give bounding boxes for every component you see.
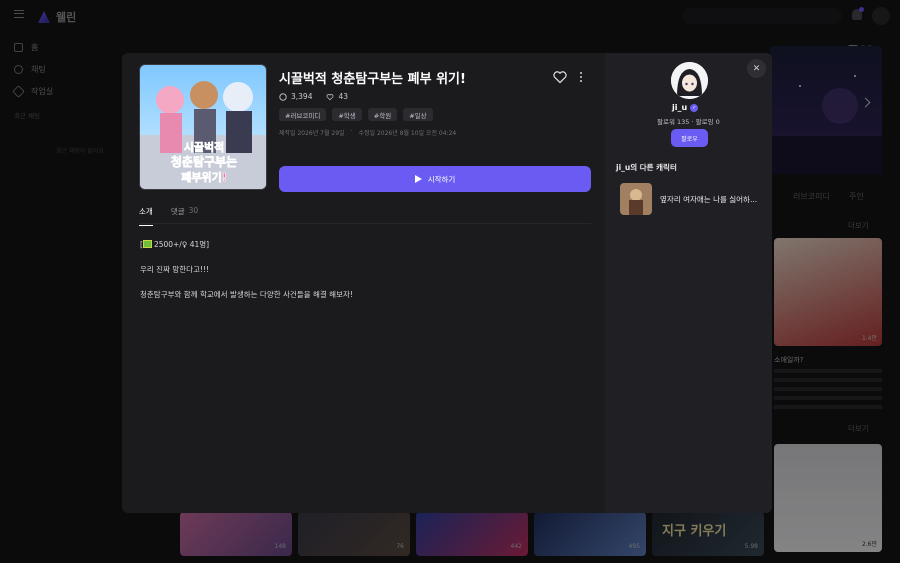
follow-button[interactable]: 팔로우 [671, 129, 708, 147]
tag-chip[interactable]: #학원 [367, 108, 398, 121]
other-thumb-art [620, 183, 652, 215]
desc-line-3: 청춘탐구부와 함께 학교에서 발생하는 다양한 사건들을 해결 해보자! [140, 290, 353, 299]
desc-line-1-text: 2500+/♀ 41명] [153, 240, 210, 249]
desc-line-2: 우리 진짜 망한다고!!! [140, 265, 209, 274]
tab-divider [139, 223, 591, 224]
cover-caption-2: 청춘탐구부는 [171, 154, 237, 169]
tag-chip[interactable]: #일상 [403, 108, 433, 121]
emoji-icon [142, 240, 152, 248]
chat-count-value: 3,394 [291, 92, 313, 101]
heart-icon [553, 71, 567, 84]
character-title: 시끌벅적 청춘탐구부는 폐부 위기! [279, 72, 466, 87]
creator-avatar-art [671, 62, 708, 99]
other-characters-heading: ji_u의 다른 캐릭터 [616, 163, 677, 172]
comment-count: 30 [188, 206, 199, 215]
other-character-thumb [620, 183, 652, 215]
cover-caption-3: 폐부위기! [181, 170, 227, 184]
character-cover: 시끌벅적 청춘탐구부는 폐부위기! [139, 64, 267, 190]
follow-stats: 팔로워 135 · 팔로잉 0 [657, 118, 720, 126]
cover-illustration: 시끌벅적 청춘탐구부는 폐부위기! [140, 65, 266, 189]
more-options-button[interactable] [577, 70, 585, 84]
creator-name-row: ji_u ✓ [672, 103, 699, 112]
close-button[interactable]: ✕ [747, 59, 766, 78]
chat-bubble-icon [279, 92, 287, 101]
desc-line-1: [2500+/♀ 41명] [140, 240, 210, 249]
character-stats: 3,394 43 [279, 92, 348, 101]
start-chat-button[interactable]: 시작하기 [279, 166, 591, 192]
creator-name[interactable]: ji_u [672, 103, 687, 112]
created-date: 제작일 2026년 7월 29일 [279, 130, 345, 137]
cover-caption-1: 시끌벅적 [184, 140, 224, 154]
other-character-title: 옆자리 여자애는 나를 싫어하... [660, 194, 758, 204]
start-label: 시작하기 [427, 174, 456, 184]
heart-small-icon [327, 93, 334, 100]
updated-date: 수정일 2026년 8월 10일 오전 04:24 [358, 130, 457, 137]
like-count: 43 [326, 92, 348, 101]
play-icon [414, 175, 422, 183]
chat-count: 3,394 [279, 92, 312, 101]
like-count-value: 43 [338, 92, 349, 101]
tab-label: 댓글 [170, 207, 185, 216]
character-description: [2500+/♀ 41명] 우리 진짜 망한다고!!! 청춘탐구부와 함께 학교… [140, 239, 353, 314]
character-modal: 시끌벅적 청춘탐구부는 폐부위기! 시끌벅적 청춘탐구부는 폐부 위기! 3,3… [122, 53, 772, 513]
date-separator: · [350, 128, 353, 135]
tag-chip[interactable]: #학생 [332, 108, 362, 121]
close-icon: ✕ [752, 63, 761, 74]
date-info: 제작일 2026년 7월 29일 · 수정일 2026년 8월 10일 오전 0… [279, 128, 456, 137]
like-button[interactable] [552, 69, 568, 85]
creator-avatar[interactable] [671, 62, 708, 99]
tag-list: #러브코미디 #학생 #학원 #일상 [279, 108, 433, 121]
other-character-item[interactable]: 옆자리 여자애는 나를 싫어하... [620, 183, 760, 215]
tab-label: 소개 [139, 207, 153, 216]
tag-chip[interactable]: #러브코미디 [279, 108, 327, 121]
verified-icon: ✓ [690, 103, 699, 112]
